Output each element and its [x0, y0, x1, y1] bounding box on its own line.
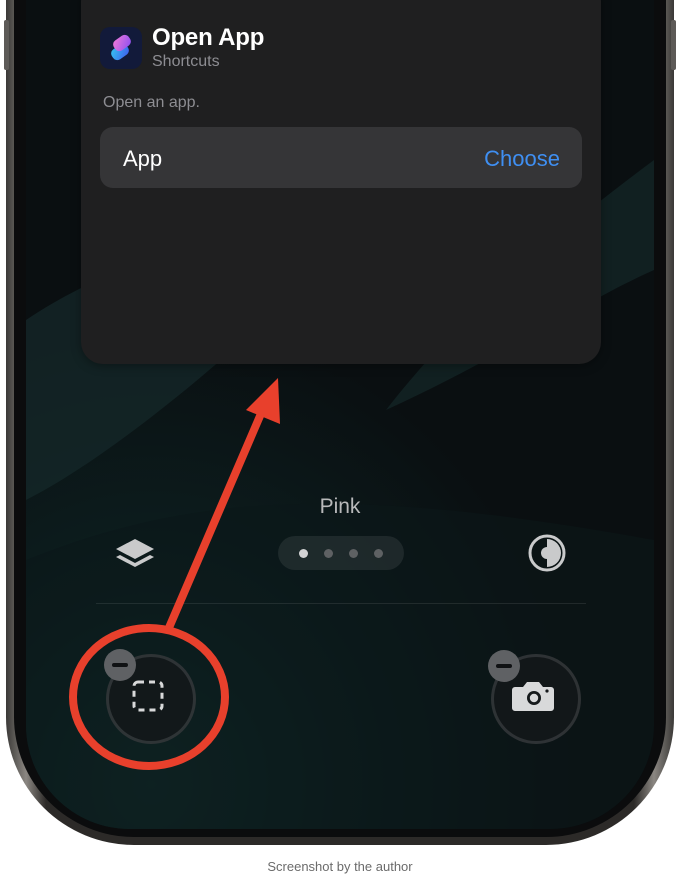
page-dot-2[interactable] [324, 549, 333, 558]
image-caption: Screenshot by the author [267, 859, 413, 874]
choose-app-button[interactable]: Choose [484, 146, 560, 172]
layers-icon[interactable] [114, 535, 156, 577]
widget-app-name: Shortcuts [152, 53, 220, 70]
remove-camera-shortcut-button[interactable] [488, 650, 520, 682]
widget-title: Open App [152, 24, 265, 51]
wallpaper-style-label: Pink [319, 495, 361, 518]
page-dot-3[interactable] [349, 549, 358, 558]
widget-description: Open an app. [103, 94, 200, 111]
side-button-left [4, 20, 9, 70]
page-dot-4[interactable] [374, 549, 383, 558]
controls-divider [96, 603, 586, 604]
app-parameter-label: App [123, 146, 163, 171]
remove-left-shortcut-button[interactable] [104, 649, 136, 681]
side-button-right [671, 20, 676, 70]
page-indicator[interactable] [278, 536, 404, 570]
page-dot-1[interactable] [299, 549, 308, 558]
app-parameter-row[interactable]: App Choose [100, 127, 582, 188]
shortcuts-app-icon [100, 27, 142, 69]
contrast-icon[interactable] [527, 533, 567, 573]
